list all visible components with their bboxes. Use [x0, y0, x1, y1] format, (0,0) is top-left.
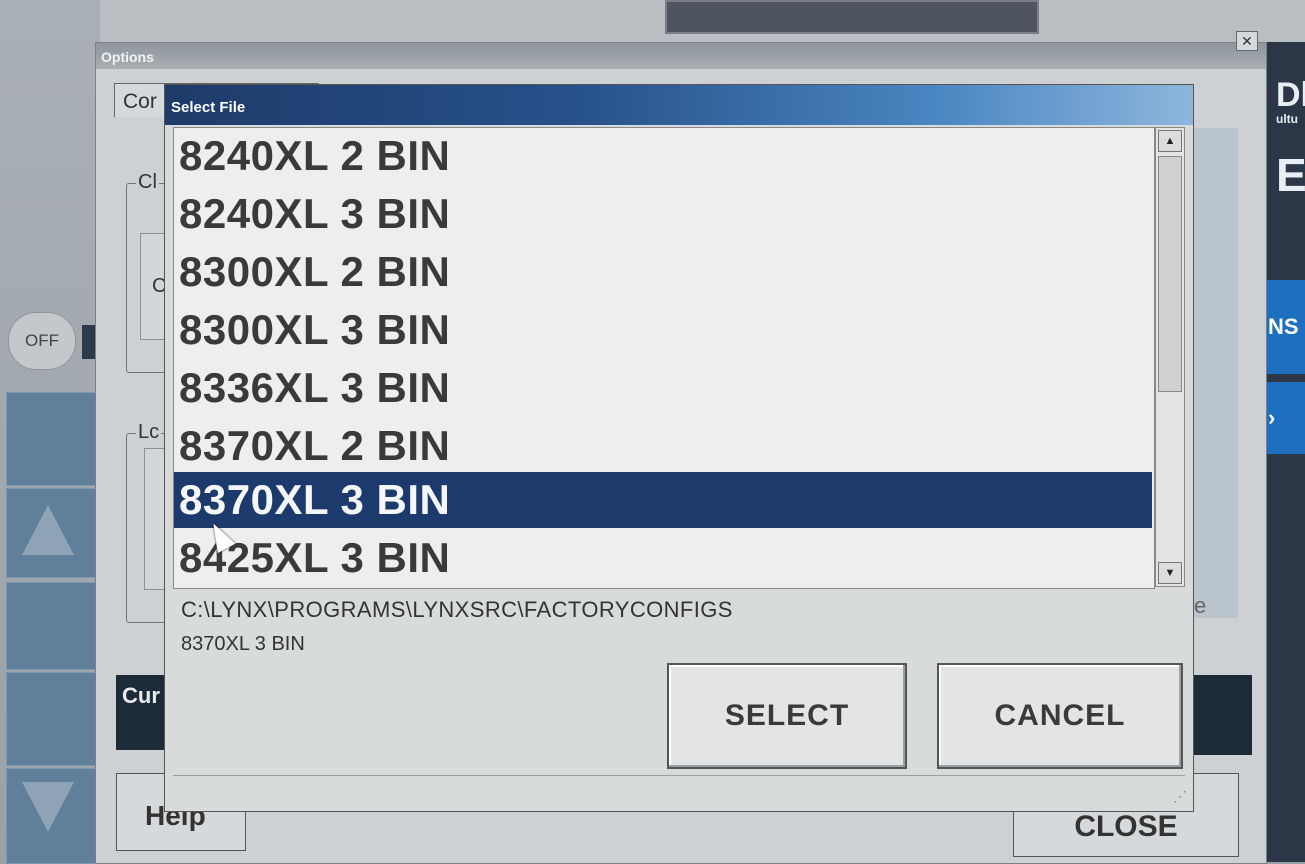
right-title-fragment: Dl	[1276, 76, 1305, 114]
arrow-down-icon	[22, 782, 74, 832]
list-scrollbar[interactable]: ▲ ▼	[1155, 127, 1185, 587]
close-icon[interactable]: ✕	[1236, 31, 1258, 51]
list-item[interactable]: 8300XL 3 BIN	[174, 302, 1152, 358]
select-button[interactable]: SELECT	[667, 663, 907, 769]
selected-file-name: 8370XL 3 BIN	[181, 633, 305, 655]
options-right-text: e	[1194, 593, 1207, 618]
right-button-label: ›	[1268, 405, 1276, 430]
list-item[interactable]: 8300XL 2 BIN	[174, 244, 1152, 300]
cancel-button[interactable]: CANCEL	[937, 663, 1183, 769]
file-list[interactable]: 8240XL 2 BIN 8240XL 3 BIN 8300XL 2 BIN 8…	[173, 127, 1155, 589]
dialog-title: Select File	[165, 85, 1193, 125]
list-item[interactable]: 8336XL 3 BIN	[174, 360, 1152, 416]
list-item-selected[interactable]: 8370XL 3 BIN	[174, 472, 1152, 528]
options-title: Options	[96, 43, 1266, 69]
group-label: Cl	[136, 171, 159, 194]
right-subtitle-fragment: ultu	[1276, 112, 1298, 126]
divider	[173, 775, 1185, 776]
off-indicator	[82, 325, 96, 359]
list-item[interactable]: 8370XL 2 BIN	[174, 418, 1152, 474]
options-right-panel	[1192, 128, 1238, 618]
list-item[interactable]: 8240XL 2 BIN	[174, 128, 1152, 184]
scroll-up-icon[interactable]: ▲	[1158, 130, 1182, 152]
folder-path: C:\LYNX\PROGRAMS\LYNXSRC\FACTORYCONFIGS	[181, 597, 733, 622]
off-button[interactable]: OFF	[8, 312, 76, 370]
resize-grip-icon[interactable]: ⋰	[1173, 788, 1187, 805]
list-item[interactable]: 8240XL 3 BIN	[174, 186, 1152, 242]
right-button[interactable]: NS	[1266, 280, 1305, 374]
side-button[interactable]	[6, 672, 102, 766]
right-button-label: NS	[1268, 314, 1299, 339]
side-button[interactable]	[6, 582, 102, 670]
list-item[interactable]: 8425XL 3 BIN	[174, 530, 1152, 586]
arrow-up-icon	[22, 505, 74, 555]
group-label: Lc	[136, 421, 162, 444]
off-button-label: OFF	[25, 331, 59, 350]
scroll-down-icon[interactable]: ▼	[1158, 562, 1182, 584]
right-button[interactable]: ›	[1266, 382, 1305, 454]
side-button[interactable]	[6, 392, 102, 486]
select-file-dialog: Select File 8240XL 2 BIN 8240XL 3 BIN 83…	[164, 84, 1194, 812]
right-heading-fragment: E	[1276, 149, 1305, 201]
scroll-thumb[interactable]	[1158, 156, 1182, 392]
top-display	[665, 0, 1039, 34]
